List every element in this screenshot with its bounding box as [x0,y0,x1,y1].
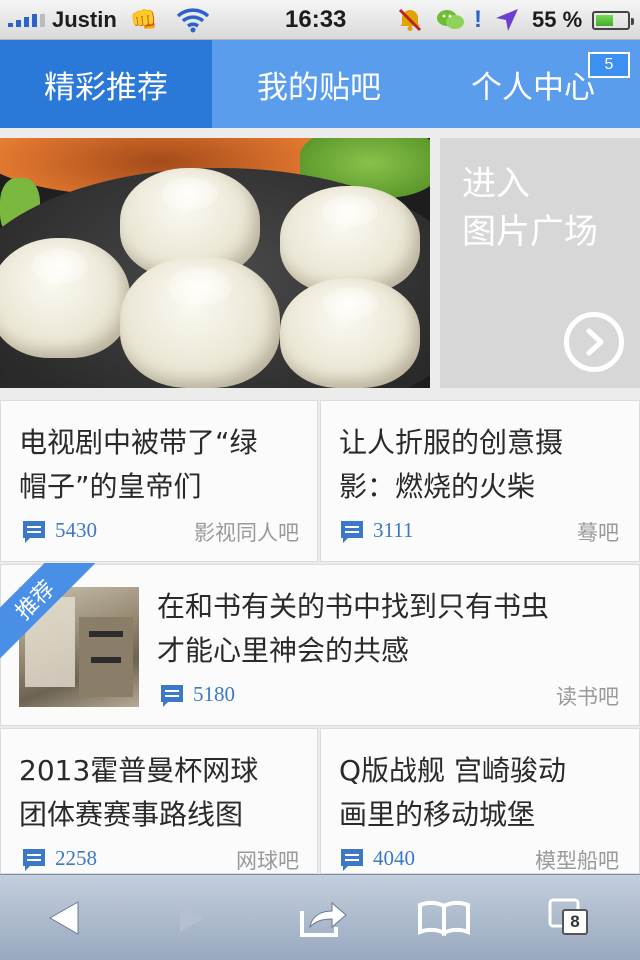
bar-name[interactable]: 读书吧 [556,681,619,711]
post-title-line1: 在和书有关的书中找到只有书虫 [157,590,550,623]
comment-icon [23,521,45,543]
post-card[interactable]: Q版战舰 宫崎骏动 画里的移动城堡 4040 模型船吧 [320,728,640,874]
tab-label: 精彩推荐 [44,69,168,106]
gallery-label-line2: 图片广场 [462,212,598,252]
post-title-line1: Q版战舰 宫崎骏动 [339,754,566,787]
ribbon-label: 推荐 [11,576,61,626]
battery-percent: 55 % [532,7,583,32]
recommend-ribbon: 推荐 [0,563,95,663]
post-title-line2: 画里的移动城堡 [339,798,536,831]
post-card[interactable]: 2013霍普曼杯网球 团体赛赛事路线图 2258 网球吧 [0,728,318,874]
bar-name[interactable]: 影视同人吧 [194,517,299,547]
carrier-emoji: 👊 [130,7,158,32]
tabs-count: 8 [562,909,588,935]
comment-icon [23,849,45,871]
bar-name[interactable]: 蓦吧 [577,517,619,547]
post-card[interactable]: 让人折服的创意摄 影：燃烧的火柴 3111 蓦吧 [320,400,640,562]
tab-my-bars[interactable]: 我的贴吧 [212,40,426,128]
comment-icon [341,521,363,543]
bar-name[interactable]: 网球吧 [236,845,299,875]
wechat-icon [436,0,466,40]
tab-personal-center[interactable]: 个人中心 5 [426,40,640,128]
reply-count: 5430 [55,518,97,542]
alert-mark: ! [474,6,482,33]
post-card[interactable]: 电视剧中被带了“绿 帽子”的皇帝们 5430 影视同人吧 [0,400,318,562]
tab-label: 我的贴吧 [257,69,381,106]
post-title-line1: 让人折服的创意摄 [339,426,564,459]
carrier-name: Justin [52,7,117,32]
post-title-line1: 电视剧中被带了“绿 [19,426,258,459]
share-button[interactable] [284,875,364,960]
top-tab-bar: 精彩推荐 我的贴吧 个人中心 5 [0,40,640,128]
status-bar: Justin 👊 16:33 ! 55 % [0,0,640,40]
browser-toolbar: 8 [0,874,640,960]
reply-count: 5180 [193,682,235,706]
tab-label: 个人中心 [471,69,595,106]
post-card-featured[interactable]: 推荐 在和书有关的书中找到只有书虫 才能心里神会的共感 5180 读书吧 [0,563,640,726]
comment-icon [341,849,363,871]
bookmarks-button[interactable] [404,875,484,960]
wifi-icon [176,0,210,40]
reply-count: 2258 [55,846,97,870]
back-button[interactable] [24,875,104,960]
post-title-line2: 才能心里神会的共感 [157,634,410,667]
mute-icon [396,0,424,40]
battery-icon [592,0,634,40]
enter-gallery-button[interactable]: 进入 图片广场 [440,138,640,388]
bar-name[interactable]: 模型船吧 [535,845,619,875]
status-time: 16:33 [285,6,347,33]
reply-count: 3111 [373,518,414,542]
tab-recommend[interactable]: 精彩推荐 [0,40,212,128]
forward-button[interactable] [152,875,232,960]
notification-badge: 5 [588,52,630,78]
gallery-label-line1: 进入 [462,164,530,204]
comment-icon [161,685,183,707]
featured-section: 进入 图片广场 [0,138,640,388]
chevron-right-icon [564,312,624,372]
back-icon [48,901,79,935]
reply-count: 4040 [373,846,415,870]
location-icon [494,0,520,40]
signal-icon [8,0,45,40]
post-title-line2: 影：燃烧的火柴 [339,470,536,503]
bookmarks-icon [418,900,470,936]
forward-icon [180,904,204,932]
post-title-line1: 2013霍普曼杯网球 [19,754,259,787]
post-title-line2: 团体赛赛事路线图 [19,798,244,831]
post-title-line2: 帽子”的皇帝们 [19,470,202,503]
featured-photo[interactable] [0,138,430,388]
share-icon [300,901,347,937]
tabs-button[interactable]: 8 [530,875,610,960]
